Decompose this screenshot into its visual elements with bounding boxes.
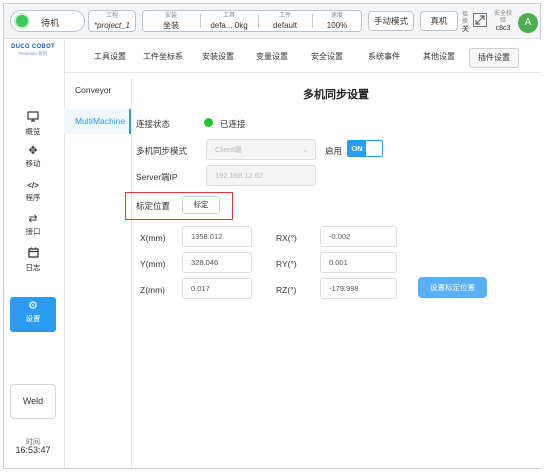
server-ip-label: Server端IP (136, 172, 178, 182)
tab-tool-settings[interactable]: 工具设置 (91, 48, 129, 66)
workpiece-label: 工件 (278, 13, 291, 19)
sync-mode-value: Client端 (215, 145, 242, 154)
install-label: 安装 (164, 13, 177, 19)
safety-checksum: c8c3 (495, 25, 511, 32)
main-panel: 工具设置 工件坐标系 安装设置 变量设置 安全设置 系统事件 其他设置 插件设置 (64, 40, 541, 468)
enable-label: 启用 (325, 146, 343, 156)
sidebar-item-settings[interactable]: ⚙ 设置 (10, 297, 56, 332)
user-avatar[interactable]: A (518, 13, 538, 33)
toggle-on-text: ON (348, 141, 366, 156)
sidebar-item-label: 日志 (25, 263, 41, 272)
expand-icon[interactable] (473, 13, 487, 27)
server-ip-input[interactable]: 192.168.12.62 (206, 165, 316, 186)
real-robot-button[interactable]: 真机 (420, 11, 458, 31)
set-calibration-position-button[interactable]: 设置标定位置 (418, 277, 487, 298)
rx-input[interactable]: -0.002 (320, 226, 397, 247)
monitor-icon (10, 111, 56, 126)
install-selector[interactable]: 安装 坐装 (143, 11, 199, 31)
sidebar-item-interface[interactable]: ⇄ 接口 (10, 210, 56, 243)
calibrate-button[interactable]: 标定 (182, 196, 220, 214)
sidebar-item-move[interactable]: ✥ 移动 (10, 142, 56, 175)
tab-variable-settings[interactable]: 变量设置 (253, 48, 291, 66)
gear-icon: ⚙ (28, 300, 38, 312)
rx-label: RX(°) (276, 233, 297, 243)
tab-install-settings[interactable]: 安装设置 (199, 48, 237, 66)
ry-input[interactable]: 0.001 (320, 252, 397, 273)
tool-label: 工具 (222, 13, 235, 19)
plugin-item-multimachine[interactable]: MultiMachine (64, 109, 131, 134)
sync-mode-label: 多机同步模式 (136, 146, 188, 156)
sidebar-item-log[interactable]: 日志 (10, 244, 56, 277)
clock-time: 16:53:47 (15, 445, 51, 455)
project-label: 工程 (105, 13, 118, 19)
calendar-icon (10, 247, 56, 262)
workpiece-value: default (272, 21, 298, 30)
enable-toggle[interactable]: ON (347, 140, 383, 157)
sidebar-item-label: 移动 (25, 159, 41, 168)
calibration-position-label: 标定位置 (136, 201, 171, 211)
robot-status-button[interactable]: 待机 (10, 10, 85, 32)
connected-indicator-icon (204, 118, 213, 127)
plugin-item-conveyor[interactable]: Conveyor (64, 78, 131, 103)
sidebar-item-overview[interactable]: 概览 (10, 108, 56, 141)
side-text-2: 换 (462, 19, 469, 25)
speed-label: 速度 (330, 13, 343, 19)
settings-tabs: 工具设置 工件坐标系 安装设置 变量设置 安全设置 系统事件 其他设置 插件设置 (65, 40, 541, 73)
rz-input[interactable]: -179.998 (320, 278, 397, 299)
install-value: 坐装 (163, 21, 179, 30)
sidebar-item-label: 接口 (25, 227, 41, 236)
speed-value: 100% (326, 21, 348, 30)
weld-button[interactable]: Weld (10, 384, 56, 419)
logo-sub-text: Premium 系列 (18, 51, 48, 56)
tab-workpiece-coord[interactable]: 工件坐标系 (141, 48, 185, 66)
project-value: *project_1 (93, 21, 131, 30)
side-text-1: 摇 (462, 12, 469, 18)
swap-icon: ⇄ (28, 213, 38, 225)
top-bar: 待机 工程 *project_1 安装 坐装 工具 defa... 0kg 工件… (4, 4, 540, 39)
page-title: 多机同步设置 (303, 89, 369, 101)
workpiece-selector[interactable]: 工件 default (259, 11, 311, 31)
ry-label: RY(°) (276, 259, 297, 269)
z-input[interactable]: 0.017 (182, 278, 252, 299)
move-icon: ✥ (28, 145, 38, 157)
plugin-list: Conveyor MultiMachine (64, 78, 132, 468)
sidebar-item-label: 设置 (25, 314, 41, 323)
robot-config-group[interactable]: 安装 坐装 工具 defa... 0kg 工件 default 速度 100% (142, 10, 362, 32)
side-text-3: 关 (462, 26, 469, 33)
tool-value: defa... 0kg (210, 21, 248, 30)
y-label: Y(mm) (140, 259, 166, 269)
status-indicator-icon (16, 15, 28, 27)
tab-system-events[interactable]: 系统事件 (365, 48, 403, 66)
y-input[interactable]: 328.046 (182, 252, 252, 273)
logo-main-text: DUCO COBOT (11, 44, 55, 50)
tab-plugin-settings[interactable]: 插件设置 (469, 48, 519, 68)
sidebar-item-label: 程序 (25, 193, 41, 202)
tab-safety-settings[interactable]: 安全设置 (308, 48, 346, 66)
manual-mode-button[interactable]: 手动模式 (368, 11, 414, 31)
tool-selector[interactable]: 工具 defa... 0kg (201, 11, 257, 31)
x-input[interactable]: 1358.012 (182, 226, 252, 247)
project-selector[interactable]: 工程 *project_1 (88, 10, 136, 32)
x-label: X(mm) (140, 233, 166, 243)
duco-logo: DUCO COBOT Premium 系列 (10, 44, 56, 64)
tab-other-settings[interactable]: 其他设置 (420, 48, 458, 66)
safety-check-label: 安全校验 (493, 11, 512, 24)
rz-label: RZ(°) (276, 285, 297, 295)
connection-status-label: 连接状态 (136, 119, 171, 129)
chevron-down-icon: ⌄ (302, 145, 309, 154)
sync-mode-select[interactable]: Client端 ⌄ (206, 139, 316, 160)
sidebar-item-label: 概览 (25, 127, 41, 136)
robot-status-text: 待机 (41, 18, 60, 28)
speed-selector[interactable]: 速度 100% (313, 11, 361, 31)
connection-status-value: 已连接 (220, 119, 246, 129)
sidebar-item-program[interactable]: </> 程序 (10, 176, 56, 209)
code-icon: </> (27, 181, 39, 190)
z-label: Z(mm) (140, 285, 166, 295)
